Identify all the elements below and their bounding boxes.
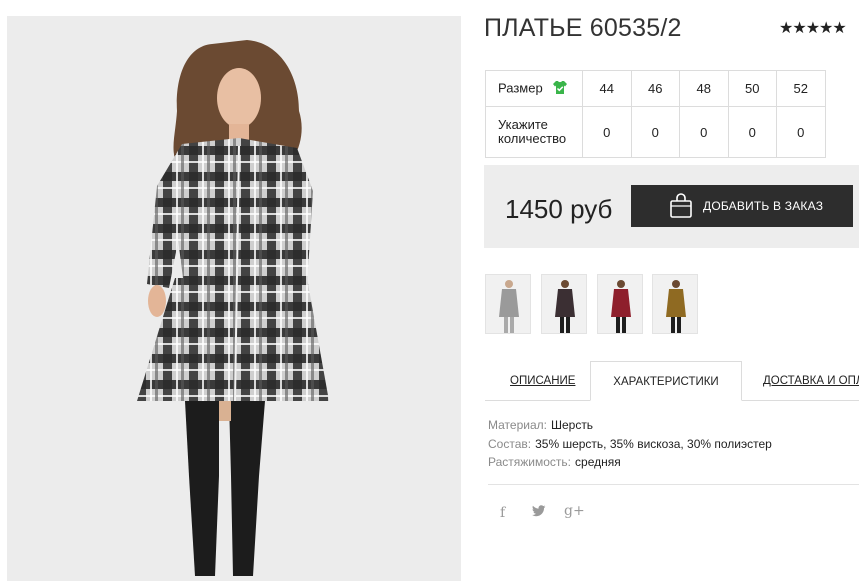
thumbnail-mustard[interactable] (652, 274, 698, 334)
quantity-input[interactable]: 0 (727, 106, 777, 158)
spec-value: Шерсть (550, 418, 594, 432)
add-to-order-label: ДОБАВИТЬ В ЗАКАЗ (703, 199, 824, 213)
spec-value: средняя (575, 455, 621, 469)
size-option: 48 (679, 70, 729, 107)
divider (488, 484, 859, 485)
dress-model-illustration (7, 16, 461, 581)
shirt-check-icon[interactable] (552, 80, 568, 98)
size-label: Размер (498, 79, 543, 95)
shopping-bag-icon (669, 193, 693, 222)
size-row: Размер 44 46 48 50 52 (485, 70, 826, 107)
quantity-input[interactable]: 0 (630, 106, 680, 158)
info-tabs: ОПИСАНИЕ ХАРАКТЕРИСТИКИ ДОСТАВКА И ОПЛА (485, 361, 859, 401)
quantity-label: Укажите количество (485, 106, 583, 158)
spec-value: 35% шерсть, 35% вискоза, 30% полиэстер (535, 436, 772, 451)
spec-key: Растяжимость: (488, 455, 572, 469)
facebook-icon[interactable]: f (500, 505, 505, 521)
thumbnail-red[interactable] (597, 274, 643, 334)
size-option: 50 (727, 70, 777, 107)
thumbnail-dark[interactable] (541, 274, 587, 334)
spec-row: Материал: Шерсть (488, 416, 772, 435)
main-product-photo[interactable] (7, 16, 461, 581)
google-plus-icon[interactable]: g+ (564, 503, 585, 519)
add-to-order-button[interactable]: ДОБАВИТЬ В ЗАКАЗ (631, 185, 853, 227)
spec-key: Материал: (488, 418, 547, 432)
size-label-cell: Размер (485, 70, 583, 107)
rating-stars[interactable]: ★★★★★ (779, 18, 847, 38)
twitter-icon[interactable] (532, 505, 546, 521)
price-box: 1450 руб ДОБАВИТЬ В ЗАКАЗ (484, 165, 859, 248)
size-option: 44 (582, 70, 632, 107)
tab-characteristics[interactable]: ХАРАКТЕРИСТИКИ (590, 361, 742, 401)
size-option: 52 (776, 70, 826, 107)
quantity-row: Укажите количество 0 0 0 0 0 (485, 106, 826, 158)
quantity-input[interactable]: 0 (776, 106, 826, 158)
tab-description[interactable]: ОПИСАНИЕ (510, 361, 590, 401)
spec-key: Состав: (488, 436, 532, 451)
tab-delivery[interactable]: ДОСТАВКА И ОПЛА (763, 361, 859, 401)
thumbnail-grey[interactable] (485, 274, 531, 334)
quantity-input[interactable]: 0 (679, 106, 729, 158)
product-title: ПЛАТЬЕ 60535/2 (484, 14, 682, 42)
price: 1450 руб (505, 194, 613, 224)
size-quantity-table: Размер 44 46 48 50 52 Укажите количество… (485, 70, 826, 158)
spec-row: Растяжимость: средняя (488, 453, 772, 472)
specs-list: Материал: Шерсть Состав: 35% шерсть, 35% в… (488, 416, 772, 472)
size-option: 46 (630, 70, 680, 107)
quantity-input[interactable]: 0 (582, 106, 632, 158)
spec-row: Состав: 35% шерсть, 35% вискоза, 30% поли… (488, 435, 772, 454)
